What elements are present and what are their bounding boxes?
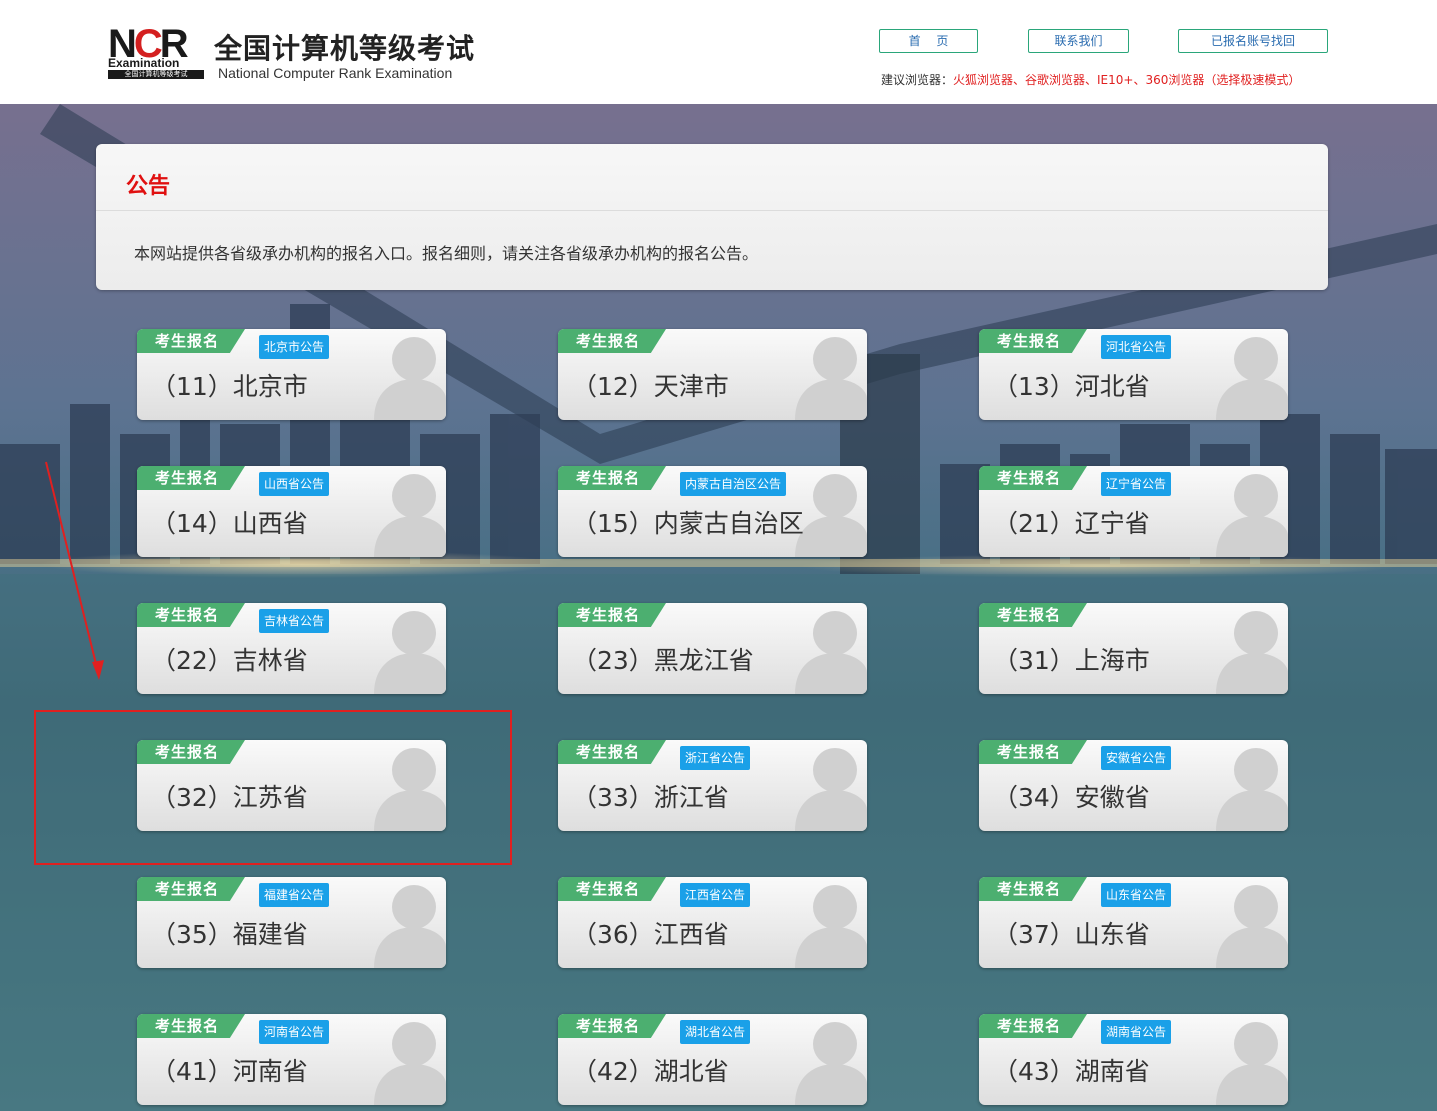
browser-list: 火狐浏览器、谷歌浏览器、IE10+、360浏览器（选择极速模式） [953,73,1301,87]
province-name: （22）吉林省 [151,646,308,675]
announcement-link[interactable]: 内蒙古自治区公告 [680,472,787,496]
avatar-icon [1216,337,1288,420]
province-name: （43）湖南省 [993,1057,1150,1086]
announcement-link[interactable]: 河南省公告 [259,1020,330,1044]
province-card[interactable]: 考生报名 （23）黑龙江省 [558,603,867,694]
announcement-link[interactable]: 浙江省公告 [680,746,751,770]
register-tag: 考生报名 [558,603,666,627]
register-tag: 考生报名 [979,466,1087,490]
province-card[interactable]: 考生报名 湖北省公告 （42）湖北省 [558,1014,867,1105]
province-card[interactable]: 考生报名 河北省公告 （13）河北省 [979,329,1288,420]
announcement-link[interactable]: 安徽省公告 [1101,746,1172,770]
avatar-icon [1216,885,1288,968]
register-tag: 考生报名 [137,329,245,353]
province-name: （33）浙江省 [572,783,729,812]
notice-divider [96,210,1328,211]
register-tag: 考生报名 [558,1014,666,1038]
announcement-link[interactable]: 河北省公告 [1101,335,1172,359]
province-card[interactable]: 考生报名 吉林省公告 （22）吉林省 [137,603,446,694]
site-header: NCR Examination 全国计算机等级考试 全国计算机等级考试 Nati… [0,0,1437,104]
announcement-link[interactable]: 山东省公告 [1101,883,1172,907]
announcement-link[interactable]: 福建省公告 [259,883,330,907]
avatar-icon [1216,748,1288,831]
announcement-link[interactable]: 吉林省公告 [259,609,330,633]
province-name: （41）河南省 [151,1057,308,1086]
register-tag: 考生报名 [137,603,245,627]
avatar-icon [795,611,867,694]
province-card[interactable]: 考生报名 （12）天津市 [558,329,867,420]
province-name: （13）河北省 [993,372,1150,401]
province-card[interactable]: 考生报名 安徽省公告 （34）安徽省 [979,740,1288,831]
province-card[interactable]: 考生报名 辽宁省公告 （21）辽宁省 [979,466,1288,557]
province-name: （12）天津市 [572,372,729,401]
province-card[interactable]: 考生报名 山西省公告 （14）山西省 [137,466,446,557]
avatar-icon [374,337,446,420]
province-name: （35）福建省 [151,920,308,949]
province-name: （11）北京市 [151,372,308,401]
register-tag: 考生报名 [137,1014,245,1038]
province-name: （34）安徽省 [993,783,1150,812]
notice-panel: 公告 本网站提供各省级承办机构的报名入口。报名细则，请关注各省级承办机构的报名公… [96,144,1328,290]
register-tag: 考生报名 [979,877,1087,901]
avatar-icon [1216,1022,1288,1105]
site-subtitle: National Computer Rank Examination [218,65,453,81]
province-name: （37）山东省 [993,920,1150,949]
register-tag: 考生报名 [558,877,666,901]
province-card[interactable]: 考生报名 内蒙古自治区公告 （15）内蒙古自治区 [558,466,867,557]
register-tag: 考生报名 [558,740,666,764]
highlight-annotation-box [34,710,512,865]
province-card[interactable]: 考生报名 河南省公告 （41）河南省 [137,1014,446,1105]
province-name: （31）上海市 [993,646,1150,675]
register-tag: 考生报名 [558,466,666,490]
province-name: （15）内蒙古自治区 [572,509,804,538]
avatar-icon [795,337,867,420]
announcement-link[interactable]: 北京市公告 [259,335,330,359]
register-tag: 考生报名 [979,1014,1087,1038]
avatar-icon [374,611,446,694]
avatar-icon [1216,611,1288,694]
register-tag: 考生报名 [137,466,245,490]
register-tag: 考生报名 [979,329,1087,353]
avatar-icon [374,474,446,557]
avatar-icon [374,1022,446,1105]
province-name: （36）江西省 [572,920,729,949]
province-card[interactable]: 考生报名 福建省公告 （35）福建省 [137,877,446,968]
site-title: 全国计算机等级考试 [214,32,476,65]
logo-examination-text: Examination [108,56,180,70]
province-name: （14）山西省 [151,509,308,538]
province-name: （42）湖北省 [572,1057,729,1086]
register-tag: 考生报名 [979,740,1087,764]
avatar-icon [795,885,867,968]
province-name: （23）黑龙江省 [572,646,754,675]
browser-recommendation: 建议浏览器：火狐浏览器、谷歌浏览器、IE10+、360浏览器（选择极速模式） [881,71,1300,88]
announcement-link[interactable]: 江西省公告 [680,883,751,907]
register-tag: 考生报名 [558,329,666,353]
avatar-icon [795,1022,867,1105]
notice-title: 公告 [126,174,171,199]
notice-text: 本网站提供各省级承办机构的报名入口。报名细则，请关注各省级承办机构的报名公告。 [134,244,759,263]
province-name: （21）辽宁省 [993,509,1150,538]
province-card[interactable]: 考生报名 湖南省公告 （43）湖南省 [979,1014,1288,1105]
announcement-link[interactable]: 湖北省公告 [680,1020,751,1044]
recover-account-button[interactable]: 已报名账号找回 [1178,29,1328,53]
avatar-icon [1216,474,1288,557]
avatar-icon [374,885,446,968]
province-card[interactable]: 考生报名 山东省公告 （37）山东省 [979,877,1288,968]
avatar-icon [795,748,867,831]
announcement-link[interactable]: 山西省公告 [259,472,330,496]
province-card[interactable]: 考生报名 北京市公告 （11）北京市 [137,329,446,420]
ncre-logo: NCR Examination 全国计算机等级考试 [108,24,208,80]
province-card[interactable]: 考生报名 浙江省公告 （33）浙江省 [558,740,867,831]
browser-label: 建议浏览器： [881,73,954,87]
register-tag: 考生报名 [979,603,1087,627]
province-card[interactable]: 考生报名 （31）上海市 [979,603,1288,694]
contact-us-button[interactable]: 联系我们 [1028,29,1129,53]
logo-bar: 全国计算机等级考试 [108,70,204,79]
announcement-link[interactable]: 湖南省公告 [1101,1020,1172,1044]
announcement-link[interactable]: 辽宁省公告 [1101,472,1172,496]
home-button[interactable]: 首 页 [879,29,978,53]
register-tag: 考生报名 [137,877,245,901]
province-card[interactable]: 考生报名 江西省公告 （36）江西省 [558,877,867,968]
